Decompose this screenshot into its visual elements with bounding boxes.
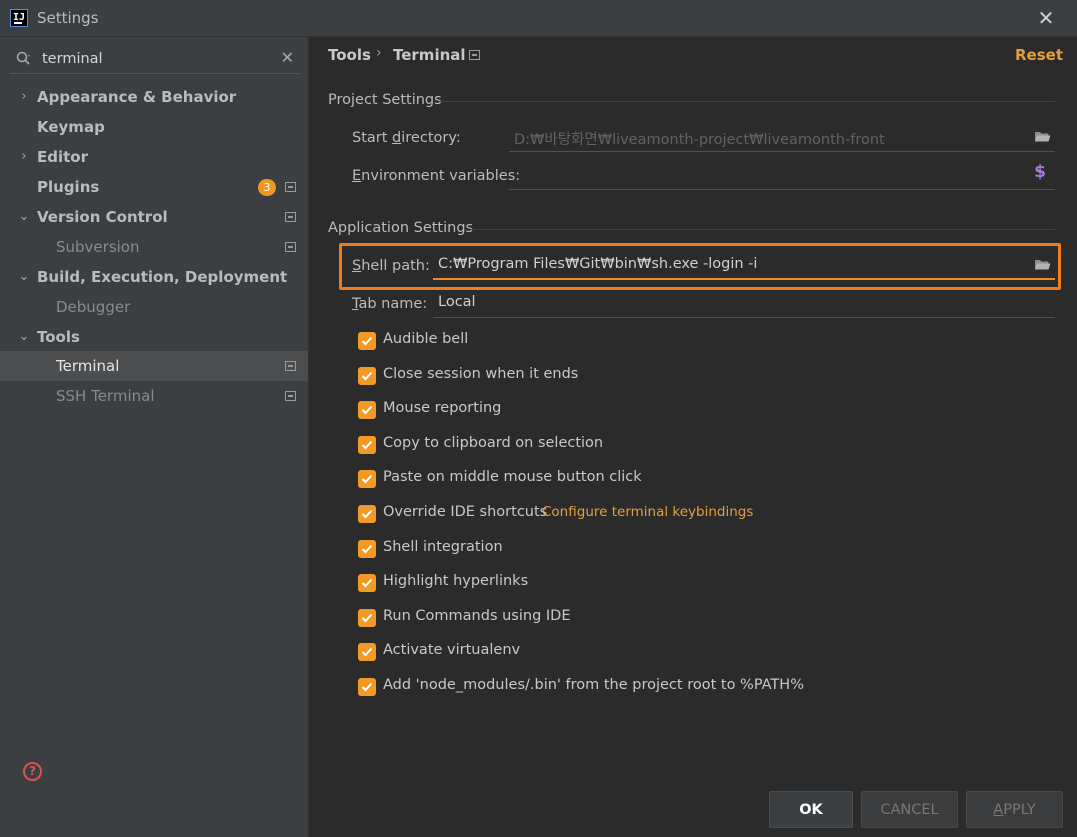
checkbox-checked-icon[interactable] [358, 470, 376, 488]
sidebar-item-label: Debugger [56, 298, 131, 316]
search-field[interactable]: terminal ✕ [10, 46, 300, 74]
start-directory-label: Start directory: [352, 130, 461, 146]
checkbox-checked-icon[interactable] [358, 574, 376, 592]
update-count-badge: 3 [258, 179, 276, 196]
checkbox-checked-icon[interactable] [358, 436, 376, 454]
reset-link[interactable]: Reset [1015, 46, 1063, 64]
folder-open-icon[interactable] [1034, 130, 1051, 143]
settings-sidebar: terminal ✕ › Appearance & Behavior Keyma… [0, 37, 309, 837]
checkbox-label: Paste on middle mouse button click [383, 469, 642, 485]
sidebar-item-label: Appearance & Behavior [37, 88, 237, 106]
checkbox-checked-icon[interactable] [358, 609, 376, 627]
sidebar-item-label: Tools [37, 328, 80, 346]
checkbox-label: Shell integration [383, 539, 503, 555]
close-icon[interactable]: ✕ [1035, 5, 1057, 31]
checkbox-checked-icon[interactable] [358, 401, 376, 419]
tab-name-value: Local [438, 294, 476, 310]
sidebar-item-version-control[interactable]: ⌄ Version Control [0, 202, 308, 232]
section-divider [439, 101, 1055, 102]
chevron-down-icon[interactable]: ⌄ [17, 202, 31, 232]
chevron-right-icon[interactable]: › [17, 142, 31, 172]
title-bar: IJ Settings ✕ [0, 0, 1077, 37]
section-divider [471, 229, 1055, 230]
dollar-icon[interactable]: $ [1034, 162, 1046, 182]
settings-content: Tools › Terminal Reset Project Settings … [309, 37, 1077, 837]
sidebar-item-subversion[interactable]: Subversion [0, 232, 308, 262]
breadcrumb-separator: › [376, 45, 382, 61]
sidebar-item-editor[interactable]: › Editor [0, 142, 308, 172]
checkbox-label: Override IDE shortcuts [383, 504, 548, 520]
project-level-icon [285, 361, 296, 371]
breadcrumb-tools[interactable]: Tools [328, 46, 371, 64]
chevron-down-icon[interactable]: ⌄ [17, 262, 31, 292]
tab-name-label: Tab name: [352, 296, 428, 312]
apply-button[interactable]: APPLY [966, 791, 1063, 828]
project-settings-title: Project Settings [328, 92, 442, 108]
intellij-logo-icon: IJ [10, 9, 28, 27]
shell-path-field[interactable]: C:₩Program Files₩Git₩bin₩sh.exe -login -… [433, 250, 1055, 280]
checkbox-checked-icon[interactable] [358, 643, 376, 661]
checkbox-checked-icon[interactable] [358, 332, 376, 350]
sidebar-item-label: Plugins [37, 178, 100, 196]
sidebar-item-label: Keymap [37, 118, 105, 136]
sidebar-item-plugins[interactable]: Plugins 3 [0, 172, 308, 202]
checkbox-label: Highlight hyperlinks [383, 573, 529, 589]
environment-variables-field[interactable]: $ [509, 160, 1055, 190]
project-level-icon [285, 242, 296, 252]
chevron-right-icon[interactable]: › [17, 82, 31, 112]
tab-name-field[interactable]: Local [433, 288, 1055, 318]
sidebar-item-keymap[interactable]: Keymap [0, 112, 308, 142]
sidebar-item-label: Terminal [56, 357, 120, 375]
breadcrumb-terminal: Terminal [393, 46, 466, 64]
folder-open-icon[interactable] [1034, 258, 1051, 271]
sidebar-item-ssh-terminal[interactable]: SSH Terminal [0, 381, 308, 411]
project-level-icon [285, 391, 296, 401]
checkbox-checked-icon[interactable] [358, 540, 376, 558]
sidebar-item-appearance-behavior[interactable]: › Appearance & Behavior [0, 82, 308, 112]
start-directory-field[interactable]: D:₩바탕화면₩liveamonth-project₩liveamonth-fr… [509, 122, 1055, 152]
cancel-button[interactable]: CANCEL [861, 791, 958, 828]
help-icon[interactable]: ? [23, 762, 42, 781]
ok-button[interactable]: OK [769, 791, 853, 828]
sidebar-item-build-execution-deployment[interactable]: ⌄ Build, Execution, Deployment [0, 262, 308, 292]
shell-path-label: Shell path: [352, 258, 430, 274]
sidebar-item-terminal[interactable]: Terminal [0, 351, 308, 381]
clear-search-icon[interactable]: ✕ [281, 48, 294, 67]
sidebar-item-label: SSH Terminal [56, 387, 155, 405]
sidebar-item-debugger[interactable]: Debugger [0, 292, 308, 322]
project-level-icon [469, 50, 480, 60]
sidebar-item-label: Version Control [37, 208, 168, 226]
window-title: Settings [37, 9, 99, 27]
sidebar-item-label: Subversion [56, 238, 140, 256]
application-settings-title: Application Settings [328, 220, 474, 236]
sidebar-item-label: Build, Execution, Deployment [37, 268, 288, 286]
checkbox-label: Run Commands using IDE [383, 608, 571, 624]
shell-path-value: C:₩Program Files₩Git₩bin₩sh.exe -login -… [438, 256, 758, 272]
search-icon [16, 51, 30, 65]
checkbox-checked-icon[interactable] [358, 678, 376, 696]
project-level-icon [285, 182, 296, 192]
search-input[interactable]: terminal [42, 51, 103, 67]
checkbox-checked-icon[interactable] [358, 367, 376, 385]
sidebar-item-label: Editor [37, 148, 88, 166]
checkbox-label: Audible bell [383, 331, 469, 347]
project-level-icon [285, 212, 296, 222]
configure-keybindings-link[interactable]: Configure terminal keybindings [542, 504, 753, 520]
checkbox-label: Activate virtualenv [383, 642, 521, 658]
start-directory-value: D:₩바탕화면₩liveamonth-project₩liveamonth-fr… [514, 132, 885, 148]
sidebar-item-tools[interactable]: ⌄ Tools [0, 322, 308, 352]
checkbox-checked-icon[interactable] [358, 505, 376, 523]
checkbox-label: Mouse reporting [383, 400, 502, 416]
checkbox-label: Close session when it ends [383, 366, 579, 382]
environment-variables-label: Environment variables: [352, 168, 521, 184]
checkbox-label: Add 'node_modules/.bin' from the project… [383, 677, 804, 693]
chevron-down-icon[interactable]: ⌄ [17, 322, 31, 352]
checkbox-label: Copy to clipboard on selection [383, 435, 604, 451]
